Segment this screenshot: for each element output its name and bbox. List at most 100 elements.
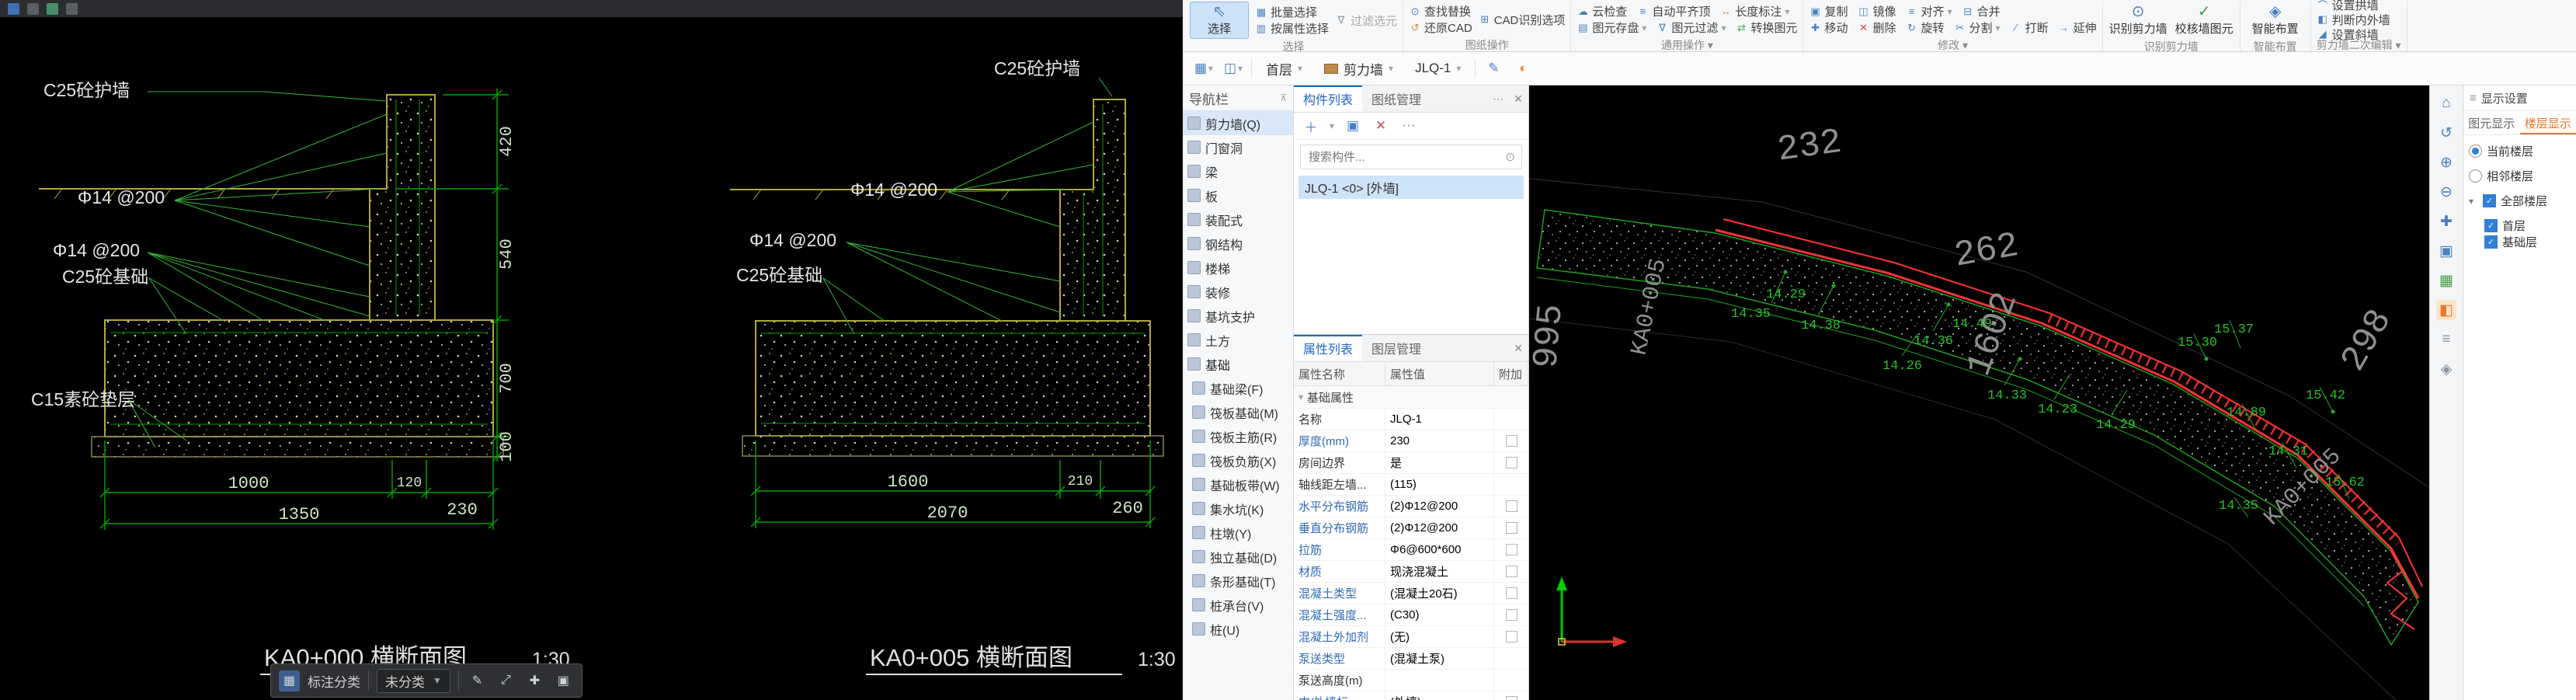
navigator-item[interactable]: 基础板带(W) — [1183, 472, 1293, 496]
tab-drawing-management[interactable]: 图纸管理 — [1362, 85, 1431, 112]
element-save-button[interactable]: ▤ 图元存盘 ▾ — [1577, 21, 1646, 36]
tab-component-list[interactable]: 构件列表 — [1294, 85, 1363, 112]
property-value[interactable]: 230 — [1385, 430, 1494, 451]
property-value[interactable]: 现浇混凝土 — [1385, 561, 1494, 582]
navigator-item[interactable]: 条形基础(T) — [1183, 569, 1293, 593]
delete-component-button[interactable]: ✕ — [1371, 117, 1390, 135]
close-icon[interactable]: ✕ — [1508, 335, 1528, 361]
attach-checkbox[interactable] — [1505, 587, 1517, 599]
delete-button[interactable]: ✕ 删除 — [1858, 21, 1896, 36]
more-options-icon[interactable]: ⋯ — [1488, 85, 1508, 112]
copy-region-icon[interactable]: ▣ — [553, 670, 574, 691]
pan-icon[interactable]: ✚ — [2436, 211, 2456, 232]
select-tool-button[interactable]: ⇖ 选择 — [1190, 2, 1249, 39]
align-button[interactable]: ≡ 对齐 ▾ — [1906, 5, 1952, 19]
option-all-floors[interactable]: ▾ 全部楼层 — [2469, 193, 2571, 209]
plan-viewport[interactable]: 232 262 995 1602 298 KA0+005 KA0+005 14.… — [1529, 85, 2429, 700]
attach-checkbox[interactable] — [1505, 522, 1517, 534]
pan-icon[interactable]: ✚ — [524, 670, 545, 691]
property-value[interactable]: Φ6@600*600 — [1385, 539, 1494, 560]
property-row[interactable]: 水平分布钢筋 (2)Φ12@200 — [1294, 496, 1528, 517]
radio-current-floor[interactable] — [2469, 145, 2482, 158]
property-row[interactable]: 名称 JLQ-1 — [1294, 409, 1528, 430]
navigator-item[interactable]: 独立基础(D) — [1183, 545, 1293, 569]
tab-element-display[interactable]: 图元显示 — [2463, 111, 2520, 134]
property-value[interactable]: (混凝土泵) — [1385, 648, 1494, 669]
tab-layer-management[interactable]: 图层管理 — [1362, 335, 1431, 361]
edit-icon[interactable]: ✎ — [467, 670, 488, 691]
navigator-item[interactable]: 装配式 — [1183, 207, 1293, 232]
property-row[interactable]: 泵送高度(m) — [1294, 670, 1528, 691]
split-button[interactable]: ✂ 分割 ▾ — [1954, 21, 2001, 36]
zoom-in-icon[interactable]: ⊕ — [2436, 152, 2456, 172]
zoom-out-icon[interactable]: ⊖ — [2436, 182, 2456, 202]
pin-icon[interactable]: ⊼ — [1280, 92, 1287, 103]
cad-identify-options-button[interactable]: ⊞ CAD识别选项 — [1479, 13, 1565, 27]
copy-button[interactable]: ▣ 复制 — [1809, 5, 1848, 19]
convert-element-button[interactable]: ⇄ 转换图元 — [1735, 21, 1797, 36]
extend-button[interactable]: → 延伸 — [2058, 21, 2097, 35]
floor-checkbox[interactable] — [2484, 235, 2498, 249]
category-dropdown[interactable]: 剪力墙 ▾ — [1316, 57, 1401, 80]
select-window-icon[interactable]: ▣ — [2436, 241, 2456, 261]
property-row[interactable]: 房间边界 是 — [1294, 452, 1528, 474]
check-wall-elements-button[interactable]: ✓ 校核墙图元 — [2174, 2, 2234, 39]
option-current-floor[interactable]: 当前楼层 — [2469, 143, 2571, 159]
navigator-item[interactable]: 土方 — [1183, 328, 1293, 352]
break-button[interactable]: ∕ 打断 — [2010, 21, 2048, 35]
close-icon[interactable]: ✕ — [1508, 85, 1528, 112]
floor-dropdown[interactable]: 首层 ▾ — [1258, 57, 1310, 80]
length-dimension-button[interactable]: ↔ 长度标注 ▾ — [1719, 5, 1790, 19]
navigator-item[interactable]: 筏板负筋(X) — [1183, 448, 1293, 472]
attach-checkbox[interactable] — [1505, 544, 1517, 555]
tab-property-list[interactable]: 属性列表 — [1294, 335, 1363, 361]
floor-checkbox-row[interactable]: 基础层 — [2469, 234, 2571, 250]
viewer-grid-icon[interactable] — [27, 2, 39, 15]
layers-icon[interactable]: ▦ — [2436, 270, 2456, 291]
identify-shear-wall-button[interactable]: ⊙ 识别剪力墙 — [2108, 2, 2168, 39]
format-painter-button[interactable]: ◐ — [1511, 57, 1535, 80]
orbit-icon[interactable]: ↺ — [2436, 123, 2456, 143]
navigator-item[interactable]: 集水坑(K) — [1183, 496, 1293, 521]
property-row[interactable]: 泵送类型 (混凝土泵) — [1294, 648, 1528, 670]
option-adjacent-floor[interactable]: 相邻楼层 — [2469, 168, 2571, 184]
copy-component-button[interactable]: ▣ — [1344, 117, 1362, 135]
property-value[interactable]: (外墙) — [1385, 691, 1494, 700]
navigator-item[interactable]: 筏板主筋(R) — [1183, 424, 1293, 448]
property-value[interactable] — [1385, 670, 1494, 691]
fit-view-icon[interactable]: ⤢ — [495, 670, 516, 691]
model-tree-button[interactable]: ▦ ▾ — [1192, 57, 1215, 80]
component-list-item[interactable]: JLQ-1 <0> [外墙] — [1298, 176, 1524, 199]
property-row[interactable]: 混凝土类型 (混凝土20石) — [1294, 583, 1528, 604]
attach-checkbox[interactable] — [1505, 500, 1517, 512]
section-drawing-viewer[interactable]: C25砼护墙 Φ14 @200 Φ14 @200 C25砼基础 C15素砼垫层 … — [0, 0, 1183, 700]
plan-canvas[interactable] — [1529, 85, 2429, 700]
classify-button[interactable]: 标注分类 — [308, 671, 360, 691]
checkbox-all-floors[interactable] — [2483, 194, 2496, 207]
set-arched-wall-button[interactable]: ⌒ 设置拱墙 — [2317, 0, 2390, 12]
category-dropdown[interactable]: 未分类 ▼ — [377, 668, 450, 693]
move-button[interactable]: ✚ 移动 — [1809, 21, 1848, 36]
navigator-item[interactable]: 梁 — [1183, 159, 1293, 183]
property-group-row[interactable]: ▾ 基础属性 — [1294, 386, 1528, 409]
component-dropdown[interactable]: JLQ-1 ▾ — [1407, 57, 1469, 80]
select-by-attribute-button[interactable]: ▥ 按属性选择 — [1255, 22, 1329, 37]
property-row[interactable]: 拉筋 Φ6@600*600 — [1294, 539, 1528, 561]
property-value[interactable]: JLQ-1 — [1385, 409, 1494, 430]
measure-icon[interactable]: ◈ — [2436, 359, 2456, 379]
property-value[interactable]: (2)Φ12@200 — [1385, 517, 1494, 538]
smart-layout-button[interactable]: ◈ 智能布置 — [2246, 2, 2305, 39]
mirror-button[interactable]: ◫ 镜像 — [1858, 5, 1896, 19]
find-replace-button[interactable]: ⊙ 查找替换 — [1409, 5, 1472, 19]
merge-button[interactable]: ⊟ 合并 — [1962, 5, 2000, 19]
list-icon[interactable]: ≡ — [2436, 329, 2456, 350]
section-drawings-canvas[interactable]: C25砼护墙 Φ14 @200 Φ14 @200 C25砼基础 C15素砼垫层 … — [0, 17, 1183, 700]
new-component-button[interactable]: ＋ — [1302, 117, 1320, 135]
attach-checkbox[interactable] — [1505, 435, 1517, 447]
property-value[interactable]: (无) — [1385, 626, 1494, 647]
attach-checkbox[interactable] — [1505, 631, 1517, 643]
navigator-item[interactable]: 基坑支护 — [1183, 304, 1293, 328]
attach-checkbox[interactable] — [1505, 566, 1517, 577]
chevron-down-icon[interactable]: ▾ — [1330, 120, 1334, 131]
filter-select-button[interactable]: ∇ 过滤选元 — [1335, 14, 1397, 28]
